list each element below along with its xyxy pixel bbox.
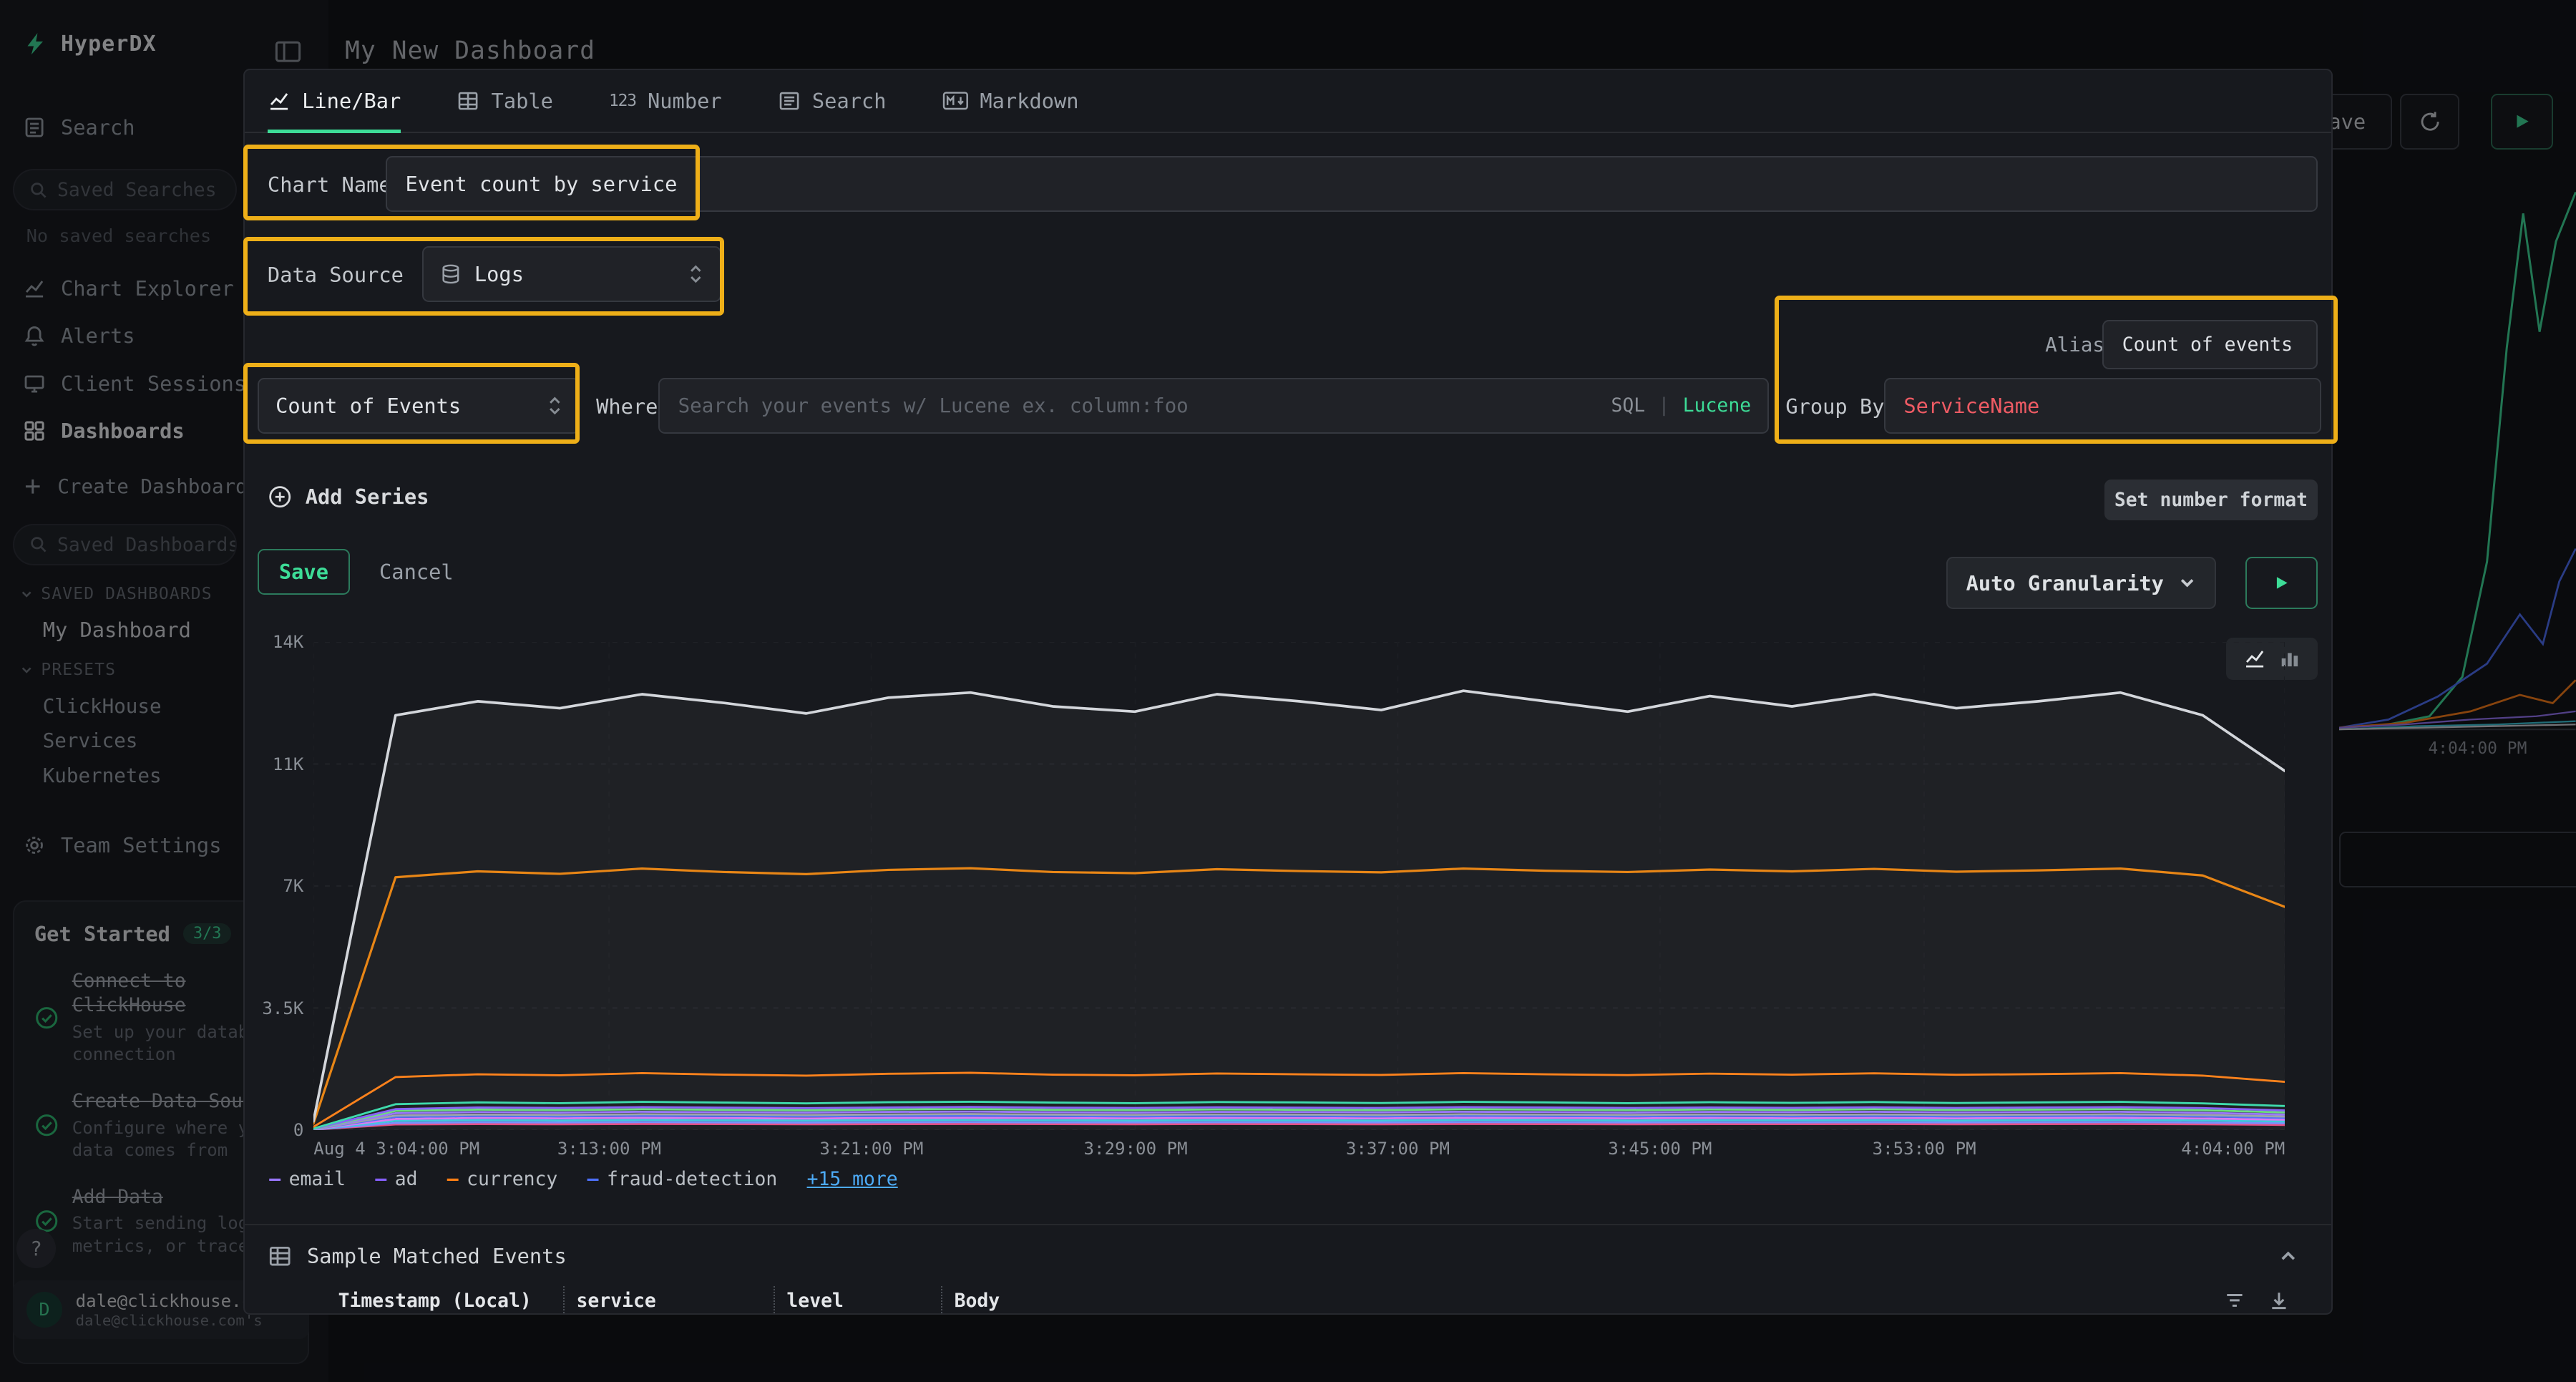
data-source-label: Data Source xyxy=(268,263,404,287)
chart-type-tabs: Line/Bar Table 123 Number Search xyxy=(245,70,2331,132)
database-icon xyxy=(440,263,462,285)
add-series-button[interactable]: Add Series xyxy=(268,485,429,509)
chevron-up-icon[interactable] xyxy=(2278,1247,2298,1267)
column-header-service[interactable]: service xyxy=(577,1290,656,1312)
tab-table[interactable]: Table xyxy=(457,70,553,131)
alias-label: Alias xyxy=(2045,334,2104,356)
sql-toggle[interactable]: SQL xyxy=(1611,394,1645,417)
download-icon[interactable] xyxy=(2268,1290,2290,1311)
column-divider xyxy=(941,1286,942,1314)
set-number-format-button[interactable]: Set number format xyxy=(2104,480,2318,520)
column-header-timestamp[interactable]: Timestamp (Local) xyxy=(338,1290,532,1312)
aggregation-value: Count of Events xyxy=(275,394,461,418)
granularity-select[interactable]: Auto Granularity xyxy=(1946,557,2216,609)
column-header-body[interactable]: Body xyxy=(955,1290,1000,1312)
legend-item[interactable]: —currency xyxy=(447,1168,557,1190)
legend-item[interactable]: —fraud-detection xyxy=(587,1168,778,1190)
group-by-label: Group By xyxy=(1785,394,1884,419)
query-language-toggle: SQL | Lucene xyxy=(1611,378,1751,434)
sample-events-header[interactable]: Sample Matched Events xyxy=(268,1244,567,1268)
save-button[interactable]: Save xyxy=(258,549,350,595)
y-axis-labels: 14K 11K 7K 3.5K 0 xyxy=(245,642,304,1130)
legend-swatch: — xyxy=(269,1168,280,1190)
legend-item[interactable]: —email xyxy=(269,1168,346,1190)
updown-chevrons-icon xyxy=(547,395,562,417)
tab-number[interactable]: 123 Number xyxy=(609,70,722,131)
where-search-input[interactable] xyxy=(658,378,1769,434)
data-source-value: Logs xyxy=(474,262,524,286)
tab-markdown[interactable]: Markdown xyxy=(942,70,1079,131)
where-input-wrap: SQL | Lucene xyxy=(658,378,1769,434)
lucene-toggle[interactable]: Lucene xyxy=(1683,394,1751,417)
x-axis-labels: Aug 4 3:04:00 PM 3:13:00 PM 3:21:00 PM 3… xyxy=(313,1139,2285,1162)
tab-line-bar[interactable]: Line/Bar xyxy=(268,70,401,131)
table-icon xyxy=(268,1244,292,1268)
table-icon xyxy=(457,89,479,112)
markdown-icon xyxy=(942,91,969,111)
updown-chevrons-icon xyxy=(688,263,703,285)
list-icon xyxy=(778,89,801,112)
app-viewport: HyperDX Search Saved Searches No saved s… xyxy=(0,0,2576,1382)
where-label: Where xyxy=(596,394,658,419)
filter-rows-icon[interactable] xyxy=(2224,1290,2245,1311)
column-divider xyxy=(774,1286,775,1314)
column-header-level[interactable]: level xyxy=(786,1290,843,1312)
legend-item[interactable]: —ad xyxy=(375,1168,417,1190)
divider xyxy=(245,1224,2331,1225)
number-123-icon: 123 xyxy=(609,92,636,110)
tab-search[interactable]: Search xyxy=(778,70,887,131)
legend-swatch: — xyxy=(587,1168,599,1190)
main-chart[interactable] xyxy=(313,642,2285,1130)
legend-swatch: — xyxy=(447,1168,459,1190)
alias-input[interactable] xyxy=(2102,320,2318,369)
chart-edit-modal: Line/Bar Table 123 Number Search xyxy=(243,69,2333,1314)
chart-name-input[interactable] xyxy=(386,156,2318,212)
legend-swatch: — xyxy=(375,1168,386,1190)
aggregation-select[interactable]: Count of Events xyxy=(258,378,580,434)
play-icon xyxy=(2273,575,2290,591)
run-chart-button[interactable] xyxy=(2245,557,2318,609)
chart-legend: —email —ad —currency —fraud-detection +1… xyxy=(269,1168,897,1190)
data-source-select[interactable]: Logs xyxy=(422,246,721,302)
column-divider xyxy=(563,1286,565,1314)
cancel-button[interactable]: Cancel xyxy=(379,549,454,595)
legend-more-link[interactable]: +15 more xyxy=(807,1168,898,1190)
line-chart-icon xyxy=(268,89,291,112)
plus-circle-icon xyxy=(268,485,292,509)
group-by-input[interactable] xyxy=(1884,378,2321,434)
chevron-down-icon xyxy=(2178,574,2196,592)
chart-name-label: Chart Name xyxy=(268,172,391,197)
